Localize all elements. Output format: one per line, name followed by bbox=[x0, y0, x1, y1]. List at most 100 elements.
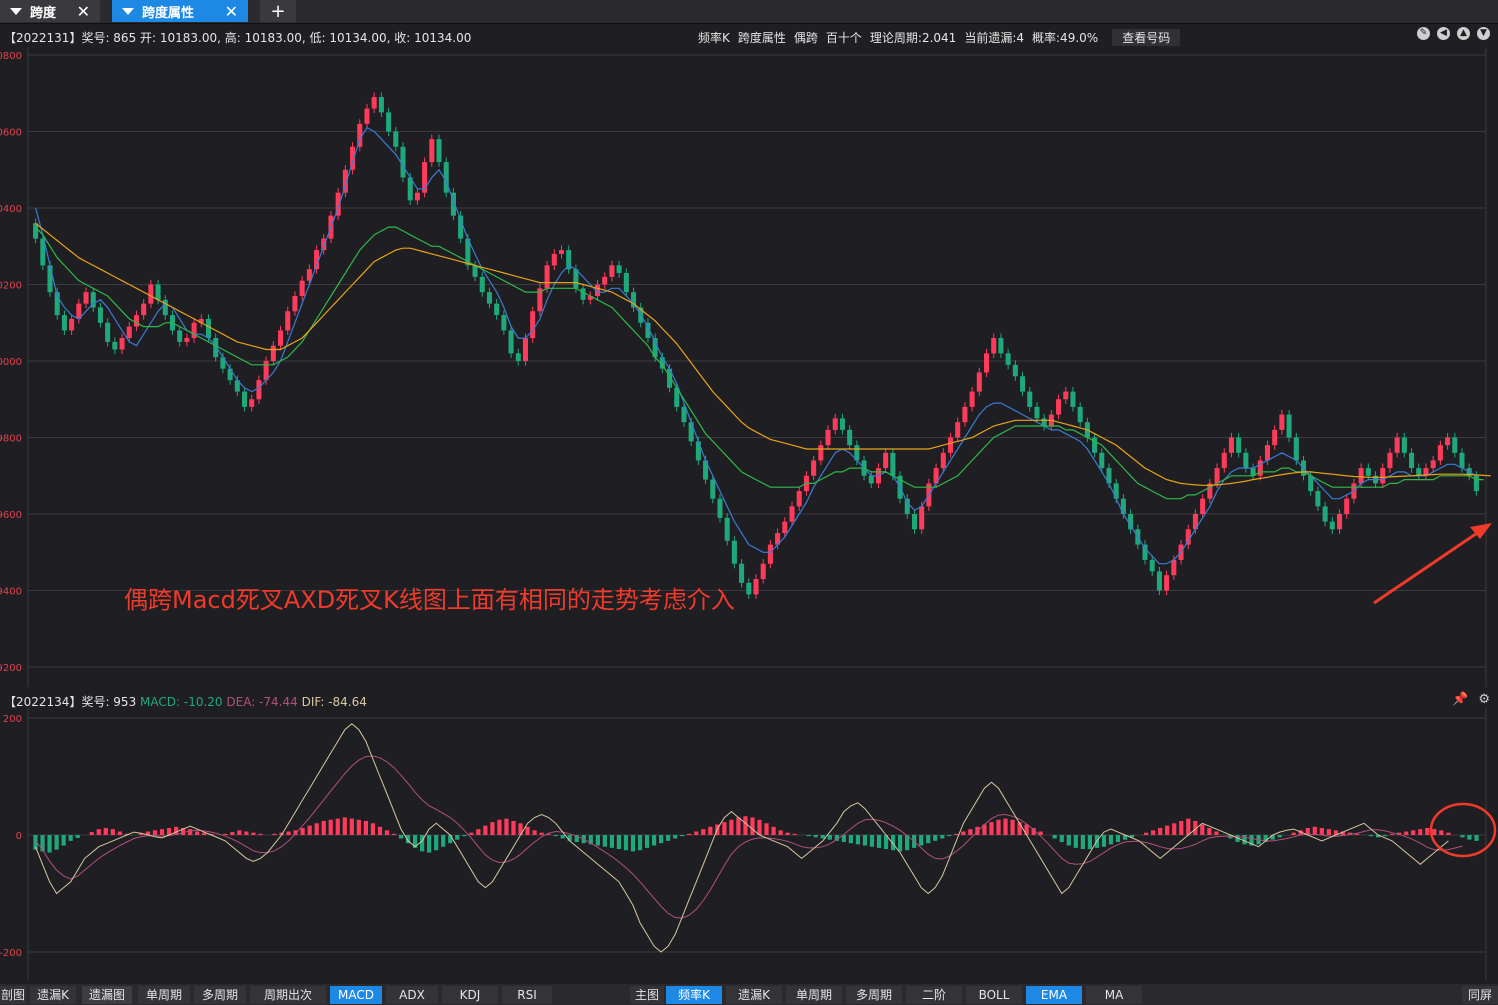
candle-body bbox=[1380, 468, 1386, 484]
candle-body bbox=[486, 292, 492, 304]
bottom-btn-boll[interactable]: BOLL bbox=[966, 986, 1022, 1004]
candle-body bbox=[249, 399, 255, 407]
candle-body bbox=[904, 498, 910, 514]
candle-body bbox=[220, 357, 226, 369]
candle-body bbox=[969, 391, 975, 407]
tab-span[interactable]: 跨度 ✕ bbox=[0, 0, 100, 22]
candle-body bbox=[883, 452, 889, 469]
candle-body bbox=[1171, 559, 1177, 576]
bottom-btn-kdj[interactable]: KDJ bbox=[442, 986, 498, 1004]
candle-body bbox=[947, 437, 954, 453]
close-icon[interactable]: ✕ bbox=[225, 2, 238, 21]
candle-body bbox=[371, 97, 377, 109]
candle-body bbox=[1077, 406, 1083, 423]
bottom-btn-multi-period-right[interactable]: 多周期 bbox=[846, 986, 902, 1004]
bottom-btn-macd[interactable]: MACD bbox=[330, 986, 382, 1004]
candle-body bbox=[1005, 353, 1011, 365]
annotation-text: 偶跨Macd死叉AXD死叉K线图上面有相同的走势考虑介入 bbox=[124, 586, 735, 614]
candle-body bbox=[811, 460, 817, 476]
bottom-btn-freq-k[interactable]: 频率K bbox=[666, 986, 722, 1004]
candle-body bbox=[177, 330, 183, 342]
candle-body bbox=[278, 330, 284, 346]
edit-icon[interactable]: ✎ bbox=[1417, 27, 1430, 40]
close-icon[interactable]: ✕ bbox=[77, 2, 90, 21]
bottom-btn-miss-chart[interactable]: 遗漏图 bbox=[82, 986, 132, 1004]
dropdown-triangle-icon[interactable] bbox=[122, 7, 134, 15]
bottom-btn-miss-k-right[interactable]: 遗漏K bbox=[726, 986, 782, 1004]
candle-body bbox=[1387, 452, 1393, 469]
bottom-btn-ma[interactable]: MA bbox=[1086, 986, 1142, 1004]
back-icon[interactable]: ◀ bbox=[1437, 27, 1450, 40]
bottom-btn-period-count[interactable]: 周期出次 bbox=[250, 986, 326, 1004]
candle-body bbox=[1358, 468, 1364, 484]
down-icon[interactable]: ▼ bbox=[1477, 27, 1490, 40]
y-tick-label: 10000 bbox=[0, 357, 22, 368]
tab-span-attribute[interactable]: 跨度属性 ✕ bbox=[112, 0, 248, 22]
candle-body bbox=[285, 311, 291, 331]
candle-body bbox=[61, 315, 67, 331]
candle-body bbox=[83, 292, 89, 304]
candle-body bbox=[609, 265, 615, 277]
candle-body bbox=[1394, 437, 1400, 453]
candle-body bbox=[623, 273, 629, 293]
bottom-btn-main[interactable]: 主图 bbox=[630, 986, 664, 1004]
candle-body bbox=[508, 330, 514, 354]
candle-body bbox=[1156, 571, 1162, 591]
candle-body bbox=[241, 391, 248, 407]
candle-body bbox=[1070, 391, 1076, 407]
candle-body bbox=[616, 265, 622, 274]
candle-body bbox=[530, 311, 536, 339]
settings-icon[interactable]: ⚙ bbox=[1478, 692, 1490, 707]
candle-body bbox=[47, 265, 53, 293]
sub-tools: 📌 ⚙ bbox=[1452, 692, 1490, 707]
candle-body bbox=[1401, 437, 1407, 453]
bottom-btn-ema[interactable]: EMA bbox=[1026, 986, 1082, 1004]
bottom-btn-second-order[interactable]: 二阶 bbox=[906, 986, 962, 1004]
bottom-btn-split[interactable]: 剖图 bbox=[0, 986, 26, 1004]
bottom-btn-miss-k[interactable]: 遗漏K bbox=[30, 986, 76, 1004]
dropdown-triangle-icon[interactable] bbox=[10, 7, 22, 15]
bottom-btn-same-screen[interactable]: 同屏 bbox=[1462, 986, 1498, 1004]
candle-body bbox=[1322, 506, 1328, 522]
bottom-btn-single-period-right[interactable]: 单周期 bbox=[786, 986, 842, 1004]
candle-body bbox=[119, 338, 125, 350]
y-tick-label: 9200 bbox=[0, 663, 22, 674]
macd-chart[interactable]: 200 0 -200 bbox=[0, 708, 1498, 980]
candle-body bbox=[1416, 468, 1422, 476]
query-number-button[interactable]: 查看号码 bbox=[1112, 29, 1181, 46]
candle-body bbox=[1120, 498, 1126, 514]
sub-issue-info: 【2022134】奖号: 953 bbox=[4, 695, 137, 709]
candle-body bbox=[1099, 452, 1105, 469]
y-tick-label: 9800 bbox=[0, 434, 22, 445]
candle-body bbox=[731, 540, 737, 564]
info-type: 偶跨 bbox=[793, 31, 818, 45]
candle-body bbox=[573, 269, 579, 289]
candle-body bbox=[522, 338, 528, 361]
candle-body bbox=[393, 131, 399, 147]
candle-body bbox=[1149, 559, 1155, 572]
candle-body bbox=[1437, 445, 1443, 461]
candle-body bbox=[1272, 429, 1278, 446]
bottom-btn-rsi[interactable]: RSI bbox=[502, 986, 552, 1004]
candle-body bbox=[919, 506, 925, 530]
bottom-btn-single-period[interactable]: 单周期 bbox=[138, 986, 190, 1004]
dif-value: DIF: -84.64 bbox=[301, 695, 367, 709]
candle-body bbox=[494, 303, 500, 316]
add-tab-button[interactable]: + bbox=[260, 0, 296, 22]
dif-line bbox=[35, 723, 1449, 953]
macd-y-tick-label: 200 bbox=[3, 714, 22, 725]
candle-body bbox=[1027, 391, 1033, 407]
tab-span-label: 跨度 bbox=[30, 5, 57, 21]
candle-body bbox=[890, 452, 896, 476]
up-icon[interactable]: ▲ bbox=[1457, 27, 1470, 40]
candle-body bbox=[1293, 437, 1299, 461]
candle-body bbox=[710, 479, 716, 499]
candle-body bbox=[760, 563, 766, 580]
pin-icon[interactable]: 📌 bbox=[1452, 692, 1468, 707]
bottom-btn-multi-period[interactable]: 多周期 bbox=[194, 986, 246, 1004]
candle-body bbox=[1063, 391, 1069, 400]
macd-y-tick-label: 0 bbox=[16, 831, 22, 842]
candle-body bbox=[515, 353, 521, 361]
bottom-btn-adx[interactable]: ADX bbox=[386, 986, 438, 1004]
candle-body bbox=[984, 353, 990, 373]
